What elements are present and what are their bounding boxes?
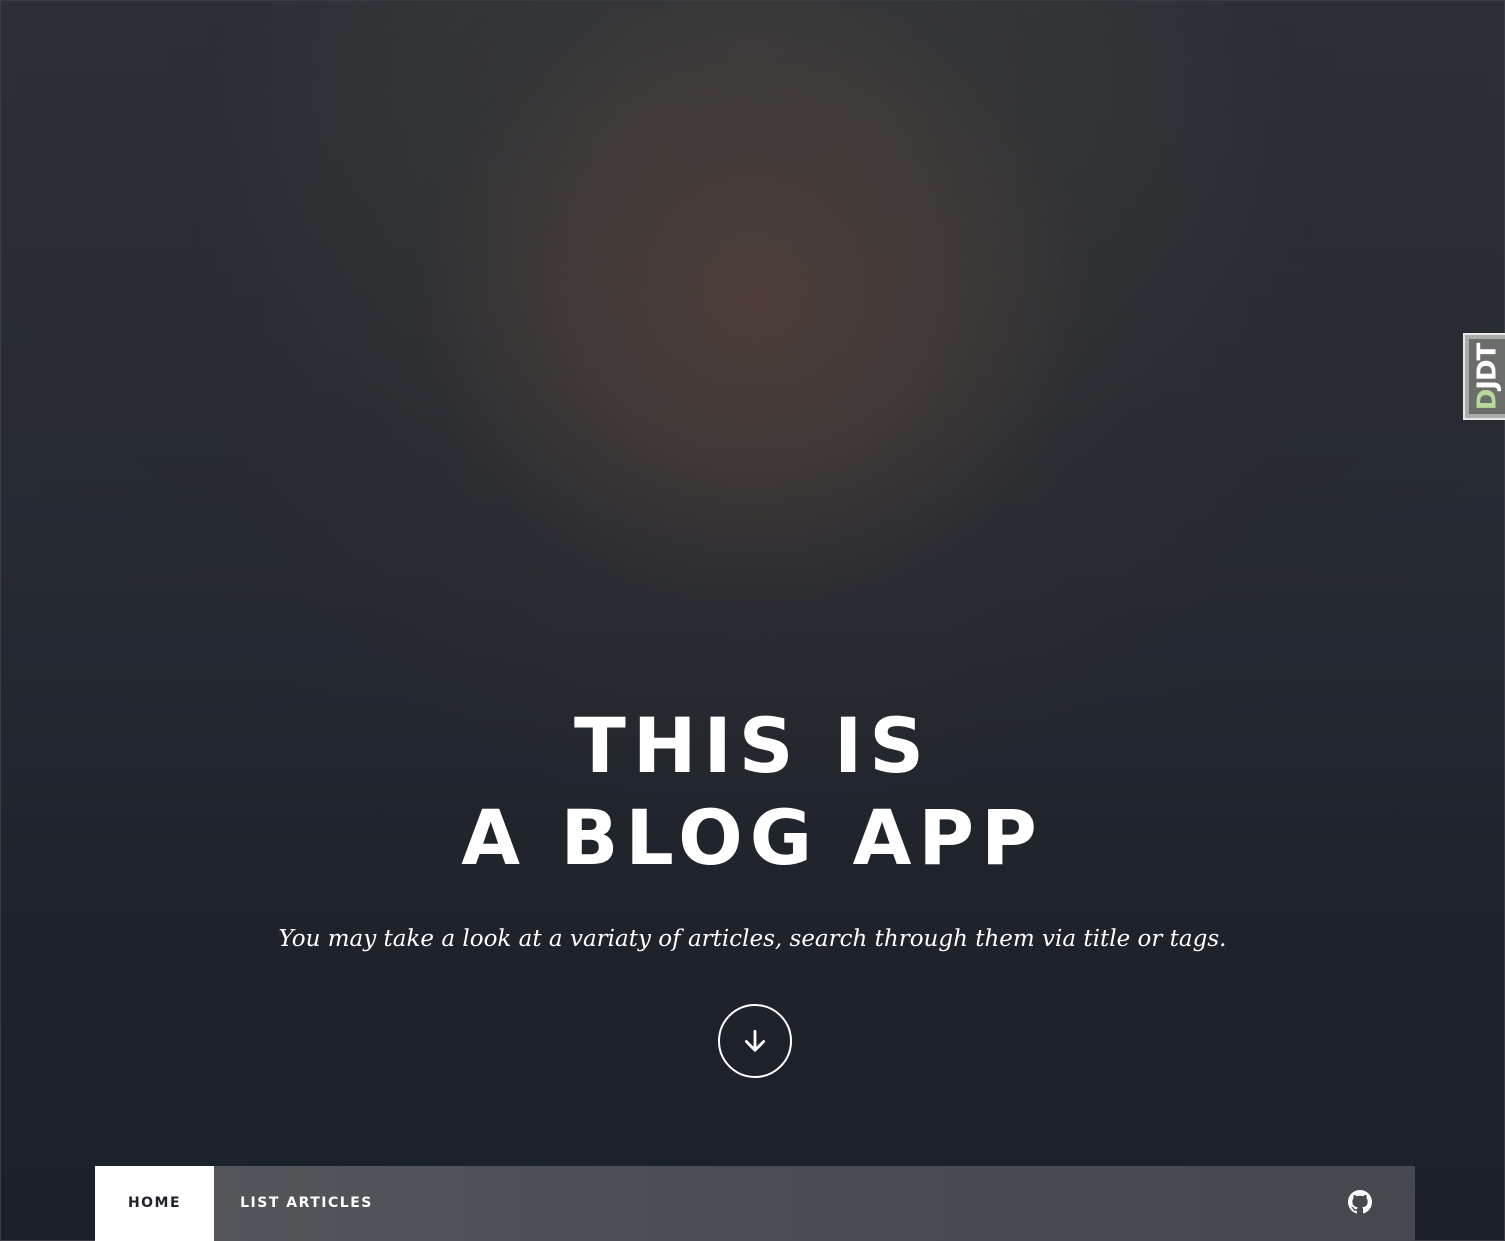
djdt-logo-rest: JDT — [1472, 343, 1502, 390]
hero-title-line-2: A BLOG APP — [461, 793, 1044, 882]
django-debug-toolbar-handle[interactable]: DJDT — [1463, 333, 1505, 420]
hero-title-line-1: THIS IS — [574, 701, 931, 790]
djdt-handle-inner: DJDT — [1469, 339, 1505, 414]
djdt-logo-d: D — [1472, 389, 1502, 410]
github-icon — [1348, 1189, 1372, 1213]
hero-page: THIS IS A BLOG APP You may take a look a… — [0, 0, 1505, 1241]
djdt-logo: DJDT — [1472, 343, 1502, 410]
scroll-down-button[interactable] — [718, 1004, 792, 1078]
github-link[interactable] — [1330, 1166, 1390, 1241]
main-navbar: HOME LIST ARTICLES — [95, 1166, 1415, 1241]
nav-item-list-articles[interactable]: LIST ARTICLES — [214, 1166, 399, 1241]
nav-item-home[interactable]: HOME — [95, 1166, 214, 1241]
arrow-down-icon — [744, 1029, 766, 1052]
hero-subtitle: You may take a look at a variaty of arti… — [278, 926, 1227, 952]
hero-title: THIS IS A BLOG APP — [0, 700, 1505, 884]
